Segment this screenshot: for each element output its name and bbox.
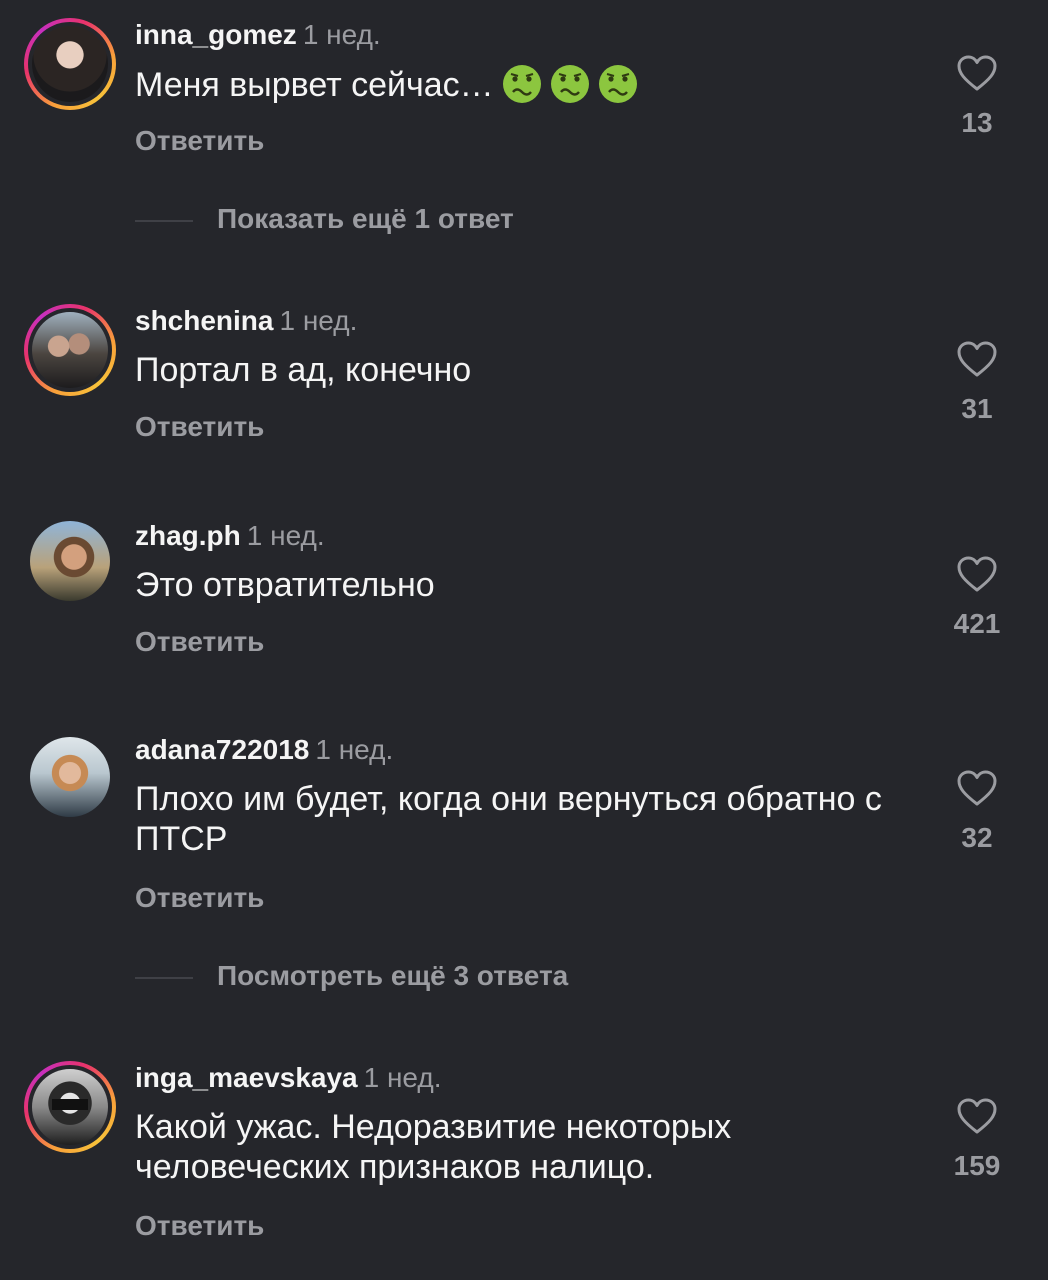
comment-text: Плохо им будет, когда они вернуться обра… — [135, 780, 882, 858]
heart-icon[interactable] — [956, 54, 998, 92]
avatar[interactable] — [24, 304, 116, 396]
heart-icon[interactable] — [956, 340, 998, 378]
thread-line — [135, 976, 193, 979]
comment-time: 1 нед. — [302, 19, 381, 50]
comment-username[interactable]: shchenina — [135, 305, 273, 336]
like-count: 159 — [953, 1150, 1001, 1181]
comment-text: Какой ужас. Недоразвитие некоторых челов… — [135, 1108, 732, 1186]
reply-button[interactable]: Ответить — [135, 410, 264, 444]
heart-icon[interactable] — [956, 769, 998, 807]
like-control: 159 — [934, 1097, 1020, 1183]
comment-time: 1 нед. — [279, 305, 358, 336]
comment-username[interactable]: inga_maevskaya — [135, 1062, 358, 1093]
like-control: 421 — [934, 555, 1020, 641]
heart-icon[interactable] — [956, 555, 998, 593]
thread-line — [135, 219, 193, 222]
comment-username[interactable]: inna_gomez — [135, 19, 297, 50]
like-control: 32 — [934, 769, 1020, 855]
comment-username[interactable]: zhag.ph — [135, 520, 241, 551]
comment-text: Портал в ад, конечно — [135, 351, 472, 389]
like-control: 13 — [934, 54, 1020, 140]
avatar[interactable] — [30, 737, 110, 817]
nauseated-face-emoji — [502, 65, 541, 103]
avatar[interactable] — [30, 521, 110, 601]
comment-username[interactable]: adana722018 — [135, 734, 309, 765]
nauseated-face-emoji — [598, 65, 637, 103]
heart-icon[interactable] — [956, 1097, 998, 1135]
avatar[interactable] — [24, 18, 116, 110]
show-more-replies-button[interactable]: Посмотреть ещё 3 ответа — [135, 959, 568, 993]
reply-button[interactable]: Ответить — [135, 881, 264, 915]
nauseated-face-emoji — [550, 65, 589, 103]
like-count: 13 — [961, 107, 993, 138]
show-more-replies-button[interactable]: Показать ещё 1 ответ — [135, 202, 514, 236]
reply-button[interactable]: Ответить — [135, 124, 264, 158]
like-count: 421 — [953, 608, 1001, 639]
comment-text: Это отвратительно — [135, 566, 435, 604]
avatar[interactable] — [24, 1061, 116, 1153]
comment-time: 1 нед. — [246, 520, 325, 551]
comment-time: 1 нед. — [363, 1062, 442, 1093]
comment-time: 1 нед. — [315, 734, 394, 765]
reply-button[interactable]: Ответить — [135, 1209, 264, 1243]
like-count: 32 — [961, 822, 993, 853]
like-control: 31 — [934, 340, 1020, 426]
reply-button[interactable]: Ответить — [135, 625, 264, 659]
comment-text: Меня вырвет сейчас… — [135, 64, 895, 105]
like-count: 31 — [961, 393, 993, 424]
